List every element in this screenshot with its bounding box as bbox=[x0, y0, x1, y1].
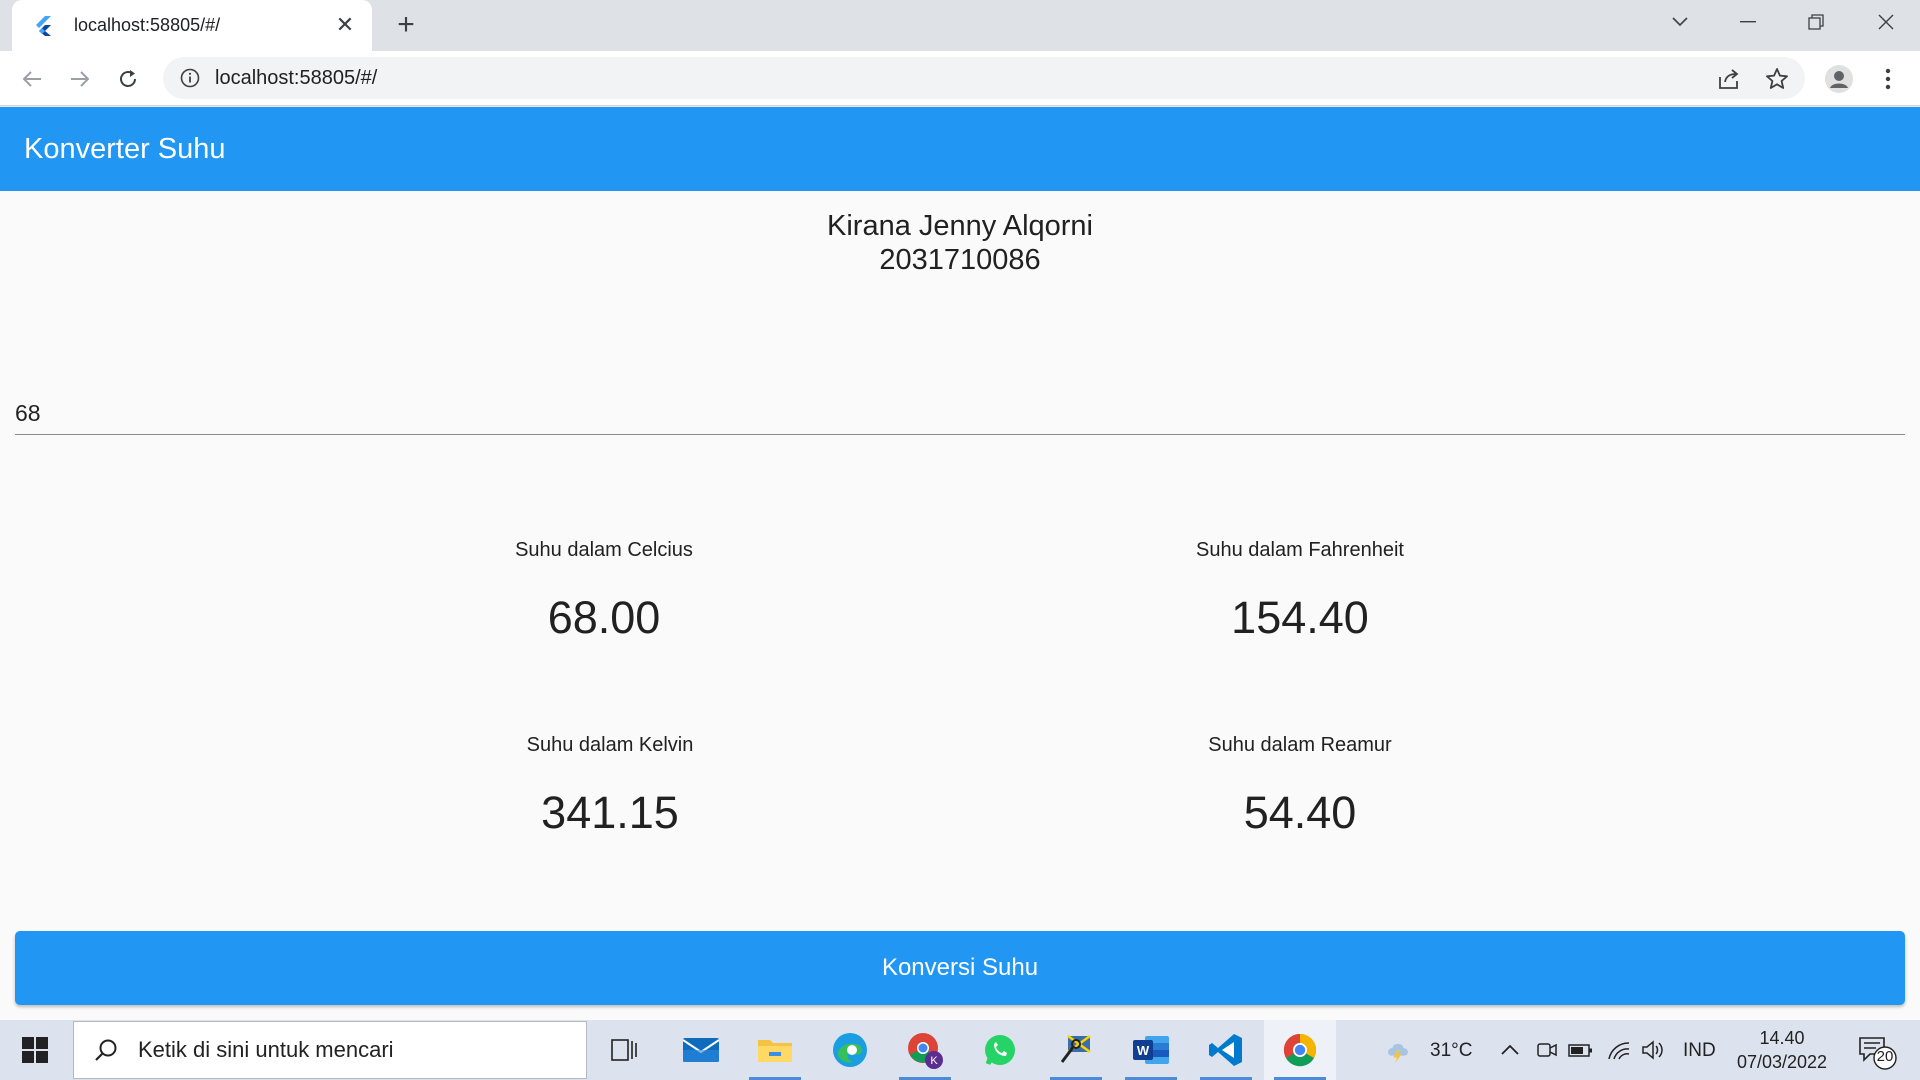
taskbar-search-box[interactable]: Ketik di sini untuk mencari bbox=[73, 1021, 587, 1079]
reload-icon[interactable] bbox=[112, 63, 144, 95]
result-celcius-value: 68.00 bbox=[547, 592, 661, 643]
student-name: Kirana Jenny Alqorni bbox=[827, 210, 1093, 242]
result-kelvin: Suhu dalam Kelvin 341.15 bbox=[430, 734, 790, 839]
svg-text:W: W bbox=[1137, 1043, 1150, 1058]
battery-icon[interactable] bbox=[1567, 1036, 1595, 1064]
weather-temperature[interactable]: 31°C bbox=[1430, 1040, 1472, 1062]
student-info: Kirana Jenny Alqorni 2031710086 bbox=[0, 209, 1920, 277]
result-kelvin-label: Suhu dalam Kelvin bbox=[526, 734, 694, 756]
result-celcius: Suhu dalam Celcius 68.00 bbox=[424, 539, 784, 644]
chevron-up-icon[interactable] bbox=[1496, 1036, 1524, 1064]
flutter-icon bbox=[32, 15, 54, 37]
search-placeholder: Ketik di sini untuk mencari bbox=[138, 1037, 394, 1062]
temperature-input[interactable] bbox=[15, 381, 1905, 431]
whatsapp-icon[interactable] bbox=[964, 1020, 1036, 1080]
result-kelvin-value: 341.15 bbox=[541, 787, 679, 838]
app-title: Konverter Suhu bbox=[24, 133, 226, 165]
notification-count: 20 bbox=[1876, 1048, 1894, 1065]
volume-icon[interactable] bbox=[1639, 1036, 1667, 1064]
notification-center-icon[interactable]: 20 bbox=[1858, 1034, 1898, 1070]
language-indicator[interactable]: IND bbox=[1683, 1040, 1716, 1062]
url-text: localhost:58805/#/ bbox=[215, 66, 378, 89]
forward-icon[interactable] bbox=[64, 63, 96, 95]
tab-title: localhost:58805/#/ bbox=[74, 15, 221, 35]
weather-icon[interactable] bbox=[1384, 1036, 1412, 1064]
result-reamur: Suhu dalam Reamur 54.40 bbox=[1120, 734, 1480, 839]
app-body: Kirana Jenny Alqorni 2031710086 Suhu dal… bbox=[0, 191, 1920, 1020]
file-explorer-icon[interactable] bbox=[739, 1020, 811, 1080]
word-icon[interactable]: W bbox=[1115, 1020, 1187, 1080]
tab-search-icon[interactable] bbox=[1650, 0, 1710, 44]
bookmark-star-icon[interactable] bbox=[1763, 65, 1791, 93]
browser-tab[interactable]: localhost:58805/#/ ✕ bbox=[12, 0, 372, 51]
browser-tabstrip: localhost:58805/#/ ✕ + bbox=[0, 0, 1920, 51]
browser-menu-icon[interactable] bbox=[1872, 63, 1904, 95]
chrome-icon[interactable] bbox=[1264, 1020, 1336, 1080]
svg-text:K: K bbox=[930, 1055, 938, 1067]
result-reamur-value: 54.40 bbox=[1243, 787, 1357, 838]
app-tool-icon[interactable] bbox=[1040, 1020, 1112, 1080]
back-icon[interactable] bbox=[16, 63, 48, 95]
app-bar: Konverter Suhu bbox=[0, 107, 1920, 191]
wifi-icon[interactable] bbox=[1605, 1036, 1633, 1064]
vscode-icon[interactable] bbox=[1190, 1020, 1262, 1080]
minimize-icon[interactable] bbox=[1718, 0, 1778, 44]
result-fahrenheit-value: 154.40 bbox=[1231, 592, 1369, 643]
convert-button[interactable]: Konversi Suhu bbox=[15, 931, 1905, 1005]
browser-toolbar: localhost:58805/#/ bbox=[0, 51, 1920, 106]
chrome-profile-icon[interactable]: K bbox=[889, 1020, 961, 1080]
windows-start-icon[interactable] bbox=[0, 1020, 70, 1080]
result-reamur-label: Suhu dalam Reamur bbox=[1208, 734, 1392, 756]
close-window-icon[interactable] bbox=[1856, 0, 1916, 44]
task-view-icon[interactable] bbox=[588, 1020, 660, 1080]
result-fahrenheit-label: Suhu dalam Fahrenheit bbox=[1196, 539, 1404, 561]
clock-time: 14.40 bbox=[1759, 1028, 1805, 1048]
profile-avatar-icon[interactable] bbox=[1823, 63, 1855, 95]
temperature-input-field[interactable] bbox=[15, 381, 1905, 435]
tab-close-icon[interactable]: ✕ bbox=[332, 12, 358, 38]
new-tab-icon[interactable]: + bbox=[390, 8, 422, 41]
restore-icon[interactable] bbox=[1786, 0, 1846, 44]
share-icon[interactable] bbox=[1715, 65, 1743, 93]
search-icon bbox=[90, 1034, 122, 1066]
student-id: 2031710086 bbox=[879, 244, 1041, 276]
taskbar: Ketik di sini untuk mencari K W 31°C IND… bbox=[0, 1020, 1920, 1080]
mail-icon[interactable] bbox=[665, 1020, 737, 1080]
clock-date: 07/03/2022 bbox=[1736, 1052, 1828, 1072]
result-celcius-label: Suhu dalam Celcius bbox=[515, 539, 693, 561]
result-fahrenheit: Suhu dalam Fahrenheit 154.40 bbox=[1120, 539, 1480, 644]
system-clock[interactable]: 14.40 07/03/2022 bbox=[1725, 1026, 1839, 1074]
edge-icon[interactable] bbox=[814, 1020, 886, 1080]
meet-camera-icon[interactable] bbox=[1533, 1036, 1561, 1064]
address-bar[interactable]: localhost:58805/#/ bbox=[163, 57, 1805, 99]
site-info-icon[interactable] bbox=[179, 67, 201, 89]
